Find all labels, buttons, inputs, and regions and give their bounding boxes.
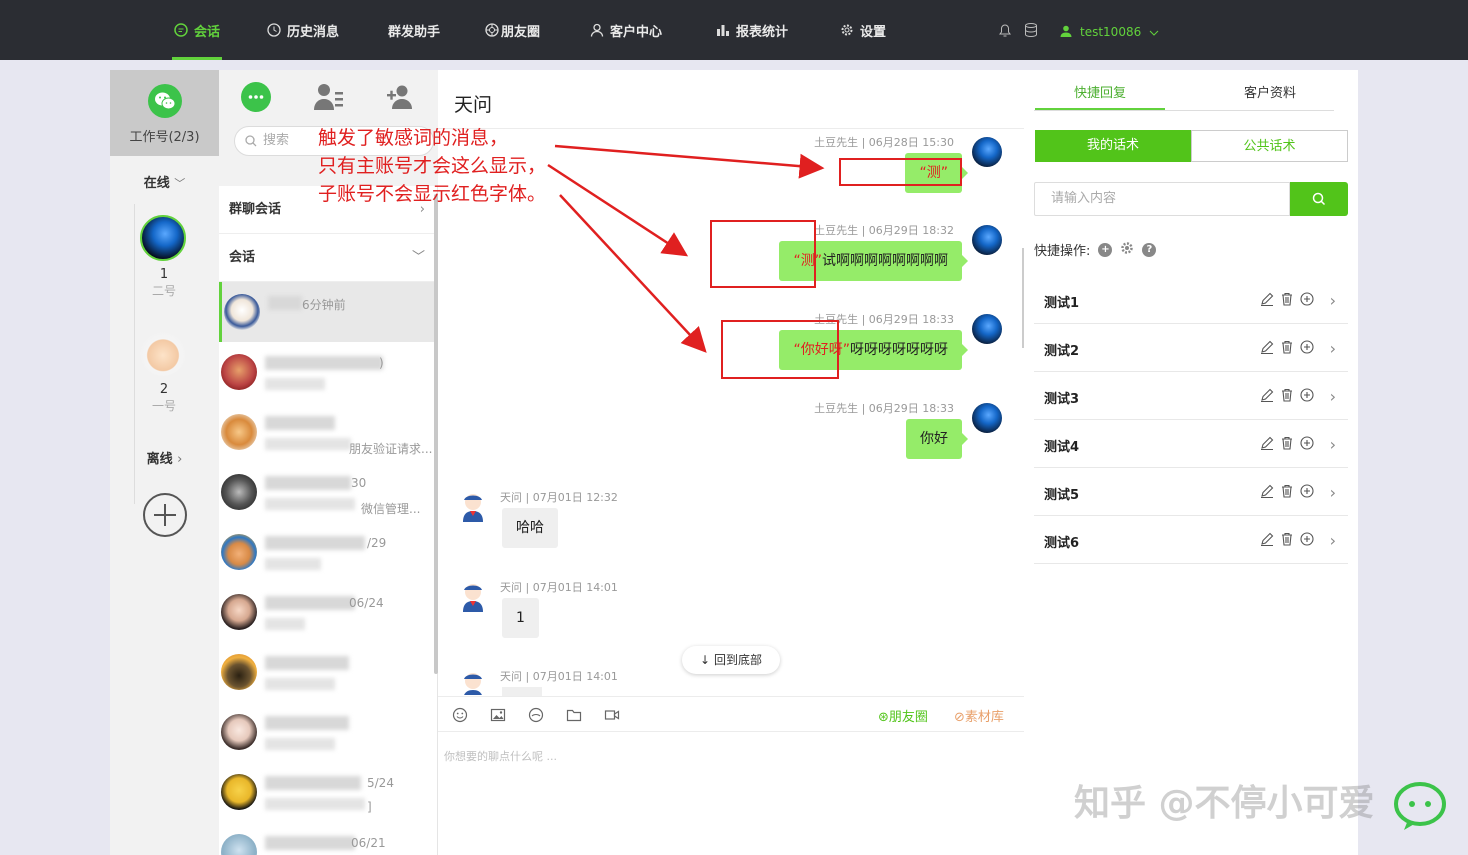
arrow	[559, 194, 707, 353]
watermark: 知乎 @不停小可爱	[1074, 774, 1375, 826]
wechat-watermark-icon	[1394, 782, 1446, 830]
watermark-text: 知乎 @不停小可爱	[1074, 783, 1375, 824]
annotation-arrows	[547, 144, 825, 353]
arrow	[554, 144, 825, 179]
arrow	[547, 163, 689, 257]
